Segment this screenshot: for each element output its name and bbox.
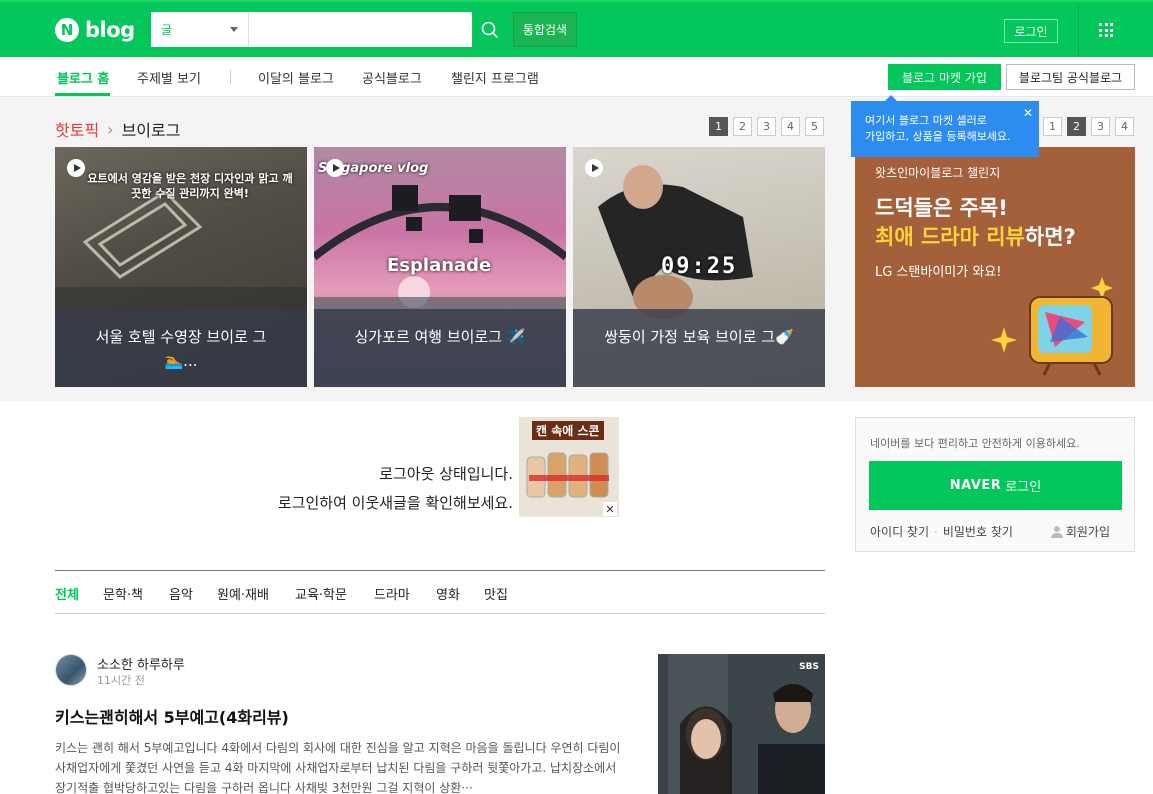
nav-topics[interactable]: 주제별 보기 (137, 68, 201, 87)
tab-all[interactable]: 전체 (55, 584, 79, 603)
blog-logo[interactable]: N blog (55, 18, 135, 42)
hot-topic-pager: 1 2 3 4 5 (709, 117, 824, 136)
category-tabs: 전체 문학·책 음악 원예·재배 교육·학문 드라마 영화 맛집 (55, 570, 825, 614)
logged-out-message: 로그아웃 상태입니다. 로그인하여 이웃새글을 확인해보세요. (278, 460, 513, 518)
play-icon (585, 159, 603, 177)
market-join-button[interactable]: 블로그 마켓 가입 (888, 64, 1001, 90)
search-input[interactable] (249, 12, 472, 47)
nav-monthly-blog[interactable]: 이달의 블로그 (258, 68, 334, 87)
broadcaster-badge: SBS (799, 662, 819, 672)
post-thumbnail[interactable]: SBS (658, 654, 825, 794)
page-1[interactable]: 1 (709, 117, 728, 136)
drama-scene-image (658, 654, 825, 794)
tv-illustration-icon (991, 277, 1113, 376)
market-tooltip: 여기서 블로그 마켓 셀러로 가입하고, 상품을 등록해보세요. ✕ (851, 95, 1039, 157)
find-id-link[interactable]: 아이디 찾기 (870, 523, 929, 540)
post-author[interactable]: 소소한 하루하루 (97, 654, 185, 673)
avatar[interactable] (55, 654, 87, 686)
header-login-button[interactable]: 로그인 (1004, 19, 1058, 43)
logged-out-line-1: 로그아웃 상태입니다. (379, 465, 513, 483)
tooltip-line-1: 여기서 블로그 마켓 셀러로 (865, 114, 987, 127)
hot-card-3[interactable]: 09:25 쌍둥이 가정 보육 브이로 그🍼 (573, 147, 825, 387)
naver-n-icon: N (55, 18, 79, 42)
ad-headline-2: 최애 드라마 리뷰하면? (875, 221, 1076, 251)
tab-gardening[interactable]: 원예·재배 (217, 584, 269, 603)
hot-topic-name: 브이로그 (121, 121, 181, 140)
tab-restaurant[interactable]: 맛집 (484, 584, 508, 603)
ad-headline-1: 드덕들은 주목! (875, 196, 1008, 220)
page-5[interactable]: 5 (805, 117, 824, 136)
naver-login-text: 로그인 (1005, 480, 1042, 495)
ad-headline-rest: 하면? (1024, 225, 1076, 249)
hot-card-2[interactable]: Singapore vlog Esplanade 싱가포르 여행 브이로그 ✈️ (314, 147, 566, 387)
post-excerpt[interactable]: 키스는 괜히 해서 5부예고입니다 4화에서 다림의 회사에 대한 진심을 알고… (55, 738, 625, 794)
total-search-button[interactable]: 통합검색 (513, 12, 577, 47)
ad-small-text: 왓츠인마이블로그 챌린지 (875, 166, 1001, 180)
search-box: 글 (151, 12, 472, 47)
caret-down-icon (230, 27, 238, 32)
challenge-ad-banner[interactable]: 왓츠인마이블로그 챌린지 드덕들은 주목! 최애 드라마 리뷰하면? LG 스탠… (855, 147, 1135, 387)
top-header: N blog 글 통합검색 로그인 (0, 0, 1153, 57)
signup-text: 회원가입 (1065, 525, 1110, 539)
tooltip-line-2: 가입하고, 상품을 등록해보세요. (865, 130, 1011, 143)
team-blog-button[interactable]: 블로그팀 공식블로그 (1006, 64, 1135, 90)
find-password-link[interactable]: 비밀번호 찾기 (943, 523, 1013, 540)
hot-topic-label[interactable]: 핫토픽 (55, 117, 99, 141)
card-caption: 싱가포르 여행 브이로그 ✈️ (314, 309, 566, 387)
login-description: 네이버를 보다 편리하고 안전하게 이용하세요. (870, 437, 1080, 450)
close-icon[interactable]: ✕ (603, 502, 617, 516)
chevron-right-icon: › (107, 119, 114, 139)
page-3[interactable]: 3 (757, 117, 776, 136)
nav-active-underline (55, 93, 110, 96)
header-divider (1078, 5, 1079, 57)
card-overlay-text: 요트에서 영감을 받은 천장 디자인과 맑고 깨끗한 수질 관리까지 완벽! (87, 172, 293, 200)
naver-brand-text: NAVER (949, 478, 1002, 493)
page-2[interactable]: 2 (733, 117, 752, 136)
logo-text: blog (85, 18, 135, 42)
logged-out-line-2: 로그인하여 이웃새글을 확인해보세요. (277, 494, 513, 512)
signup-link[interactable]: 회원가입 (1050, 523, 1110, 540)
nav-official-blog[interactable]: 공식블로그 (362, 68, 422, 87)
tab-drama[interactable]: 드라마 (374, 584, 410, 603)
search-icon (481, 21, 498, 38)
tab-education[interactable]: 교육·학문 (295, 584, 347, 603)
card-caption: 서울 호텔 수영장 브이로 그🏊... (55, 309, 307, 387)
search-scope-select[interactable]: 글 (151, 12, 249, 47)
ad-pager: 1 2 3 4 (1043, 117, 1134, 136)
hot-topic-title: 핫토픽 › 브이로그 (55, 117, 180, 141)
ad-page-1[interactable]: 1 (1043, 117, 1062, 136)
dot-separator: · (934, 524, 938, 539)
tab-music[interactable]: 음악 (169, 584, 193, 603)
search-scope-value: 글 (161, 23, 173, 37)
ad-page-4[interactable]: 4 (1115, 117, 1134, 136)
person-icon (1050, 525, 1063, 538)
main-nav: 블로그 홈 주제별 보기 이달의 블로그 공식블로그 챌린지 프로그램 블로그 … (0, 57, 1153, 97)
card-caption: 쌍둥이 가정 보육 브이로 그🍼 (573, 309, 825, 387)
can-ad-title: 캔 속에 스콘 (532, 421, 604, 440)
play-icon (326, 159, 344, 177)
nav-separator (230, 70, 231, 84)
card-overlay-text: 09:25 (661, 254, 738, 279)
post-title[interactable]: 키스는괜히해서 5부예고(4화리뷰) (55, 704, 289, 728)
search-button[interactable] (472, 12, 507, 47)
ad-page-3[interactable]: 3 (1091, 117, 1110, 136)
tab-movie[interactable]: 영화 (436, 584, 460, 603)
tab-literature[interactable]: 문학·책 (103, 584, 143, 603)
nav-challenge-program[interactable]: 챌린지 프로그램 (451, 68, 539, 87)
naver-login-button[interactable]: NAVER 로그인 (869, 461, 1122, 510)
ad-page-2[interactable]: 2 (1067, 117, 1086, 136)
login-box: 네이버를 보다 편리하고 안전하게 이용하세요. NAVER 로그인 아이디 찾… (855, 417, 1135, 552)
account-links: 아이디 찾기 · 비밀번호 찾기 (870, 523, 1013, 540)
page-4[interactable]: 4 (781, 117, 800, 136)
hot-card-1[interactable]: 요트에서 영감을 받은 천장 디자인과 맑고 깨끗한 수질 관리까지 완벽! 서… (55, 147, 307, 387)
ad-subtext: LG 스탠바이미가 와요! (875, 265, 1002, 280)
close-icon[interactable]: ✕ (1023, 105, 1033, 121)
ad-highlight: 최애 드라마 리뷰 (875, 225, 1025, 249)
scone-can-ad[interactable]: 캔 속에 스콘 ✕ (519, 417, 619, 517)
post-time: 11시간 전 (97, 674, 145, 687)
play-icon (67, 159, 85, 177)
apps-grid-icon[interactable] (1099, 23, 1113, 37)
nav-blog-home[interactable]: 블로그 홈 (57, 68, 109, 87)
card-overlay-text: Esplanade (387, 255, 492, 276)
